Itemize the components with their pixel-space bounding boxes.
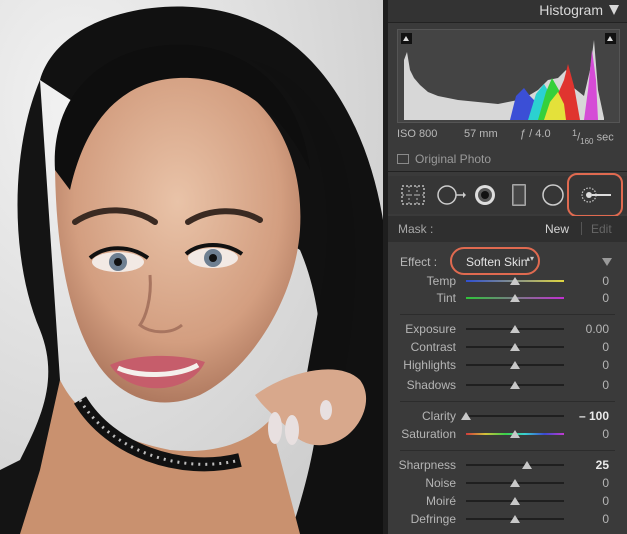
shutter-numerator: 1	[572, 128, 578, 138]
histogram-header[interactable]: Histogram	[388, 0, 627, 23]
defringe-slider[interactable]: Defringe 0	[388, 511, 627, 529]
saturation-slider[interactable]: Saturation 0	[388, 426, 627, 444]
mask-separator	[581, 222, 582, 235]
saturation-label: Saturation	[401, 427, 456, 441]
radial-filter-icon[interactable]	[542, 184, 564, 206]
moire-value[interactable]: 0	[602, 494, 609, 508]
sharpness-label: Sharpness	[398, 458, 456, 472]
effect-label: Effect :	[400, 255, 438, 269]
checkbox-icon[interactable]	[397, 154, 409, 164]
tint-value[interactable]: 0	[602, 291, 609, 305]
collapse-triangle-icon[interactable]	[609, 5, 619, 15]
histogram-curve	[404, 40, 604, 120]
temp-label: Temp	[426, 274, 456, 288]
sharpness-track[interactable]	[466, 464, 564, 466]
highlights-slider[interactable]: Highlights 0	[388, 357, 627, 375]
contrast-label: Contrast	[410, 340, 456, 354]
highlights-value[interactable]: 0	[602, 358, 609, 372]
shadows-thumb[interactable]	[510, 381, 520, 389]
effect-disclosure-icon[interactable]	[602, 258, 612, 266]
contrast-slider[interactable]: Contrast 0	[388, 339, 627, 357]
shutter-denominator: 160	[580, 136, 594, 146]
graduated-filter-icon[interactable]	[512, 184, 526, 206]
group-divider	[400, 314, 615, 315]
develop-panel: Histogram ISO 800 57 mm ƒ / 4.0 1/160 se…	[388, 0, 627, 534]
defringe-value[interactable]: 0	[602, 512, 609, 526]
highlight-clipping-icon[interactable]	[605, 33, 616, 44]
moire-slider[interactable]: Moiré 0	[388, 493, 627, 511]
exposure-value[interactable]: 0.00	[586, 322, 609, 336]
clarity-label: Clarity	[421, 409, 456, 423]
contrast-thumb[interactable]	[510, 343, 520, 351]
sharpness-thumb[interactable]	[521, 461, 532, 469]
histogram-graph[interactable]	[397, 29, 620, 123]
shutter-unit: sec	[596, 131, 614, 144]
noise-label: Noise	[425, 476, 456, 490]
mask-new-button[interactable]: New	[545, 222, 569, 236]
exif-focal-length: 57 mm	[464, 128, 498, 140]
adjustment-brush-highlight	[567, 173, 623, 217]
shadow-clipping-icon[interactable]	[401, 33, 412, 44]
temp-thumb[interactable]	[510, 277, 520, 285]
spot-removal-icon[interactable]	[436, 184, 466, 206]
temp-value[interactable]: 0	[602, 274, 609, 288]
temp-slider[interactable]: Temp 0	[388, 273, 627, 291]
clarity-thumb[interactable]	[461, 412, 471, 420]
exif-shutter: 1/160 sec	[572, 128, 614, 146]
shadows-value[interactable]: 0	[602, 378, 609, 392]
effect-value: Soften Skin	[466, 255, 528, 269]
tint-thumb[interactable]	[510, 294, 520, 302]
histogram-title: Histogram	[539, 2, 603, 18]
moire-label: Moiré	[425, 494, 456, 508]
highlights-thumb[interactable]	[510, 361, 520, 369]
highlights-label: Highlights	[403, 358, 456, 372]
crop-overlay-icon[interactable]	[400, 184, 426, 206]
red-eye-icon[interactable]	[474, 184, 496, 206]
exposure-label: Exposure	[405, 322, 456, 336]
effect-dropdown[interactable]: Soften Skin ▴▾	[450, 247, 540, 275]
portrait-image	[0, 0, 383, 534]
exposure-thumb[interactable]	[510, 325, 520, 333]
mask-label: Mask :	[398, 222, 434, 236]
clarity-value[interactable]: – 100	[579, 409, 609, 423]
dropdown-arrows-icon: ▴▾	[526, 254, 535, 263]
noise-value[interactable]: 0	[602, 476, 609, 490]
tint-label: Tint	[436, 291, 456, 305]
noise-slider[interactable]: Noise 0	[388, 475, 627, 493]
exif-aperture: ƒ / 4.0	[520, 128, 551, 140]
shadows-slider[interactable]: Shadows 0	[388, 377, 627, 395]
clarity-track[interactable]	[466, 415, 564, 417]
sharpness-slider[interactable]: Sharpness 25	[388, 457, 627, 475]
photo-canvas[interactable]	[0, 0, 383, 534]
shadows-label: Shadows	[406, 378, 456, 392]
section-divider	[388, 171, 627, 172]
moire-thumb[interactable]	[510, 497, 520, 505]
group-divider	[400, 401, 615, 402]
sharpness-value[interactable]: 25	[596, 458, 609, 472]
saturation-value[interactable]: 0	[602, 427, 609, 441]
saturation-thumb[interactable]	[510, 430, 520, 438]
tint-slider[interactable]: Tint 0	[388, 290, 627, 308]
group-divider	[400, 450, 615, 451]
contrast-value[interactable]: 0	[602, 340, 609, 354]
mask-edit-button[interactable]: Edit	[591, 222, 612, 236]
defringe-label: Defringe	[410, 512, 456, 526]
defringe-thumb[interactable]	[510, 515, 520, 523]
original-photo-toggle[interactable]: Original Photo	[397, 152, 491, 166]
mask-row: Mask : New Edit	[388, 216, 627, 242]
clarity-slider[interactable]: Clarity – 100	[388, 408, 627, 426]
exif-iso: ISO 800	[397, 128, 438, 140]
original-photo-label: Original Photo	[415, 152, 492, 166]
noise-thumb[interactable]	[510, 479, 520, 487]
exposure-slider[interactable]: Exposure 0.00	[388, 321, 627, 339]
